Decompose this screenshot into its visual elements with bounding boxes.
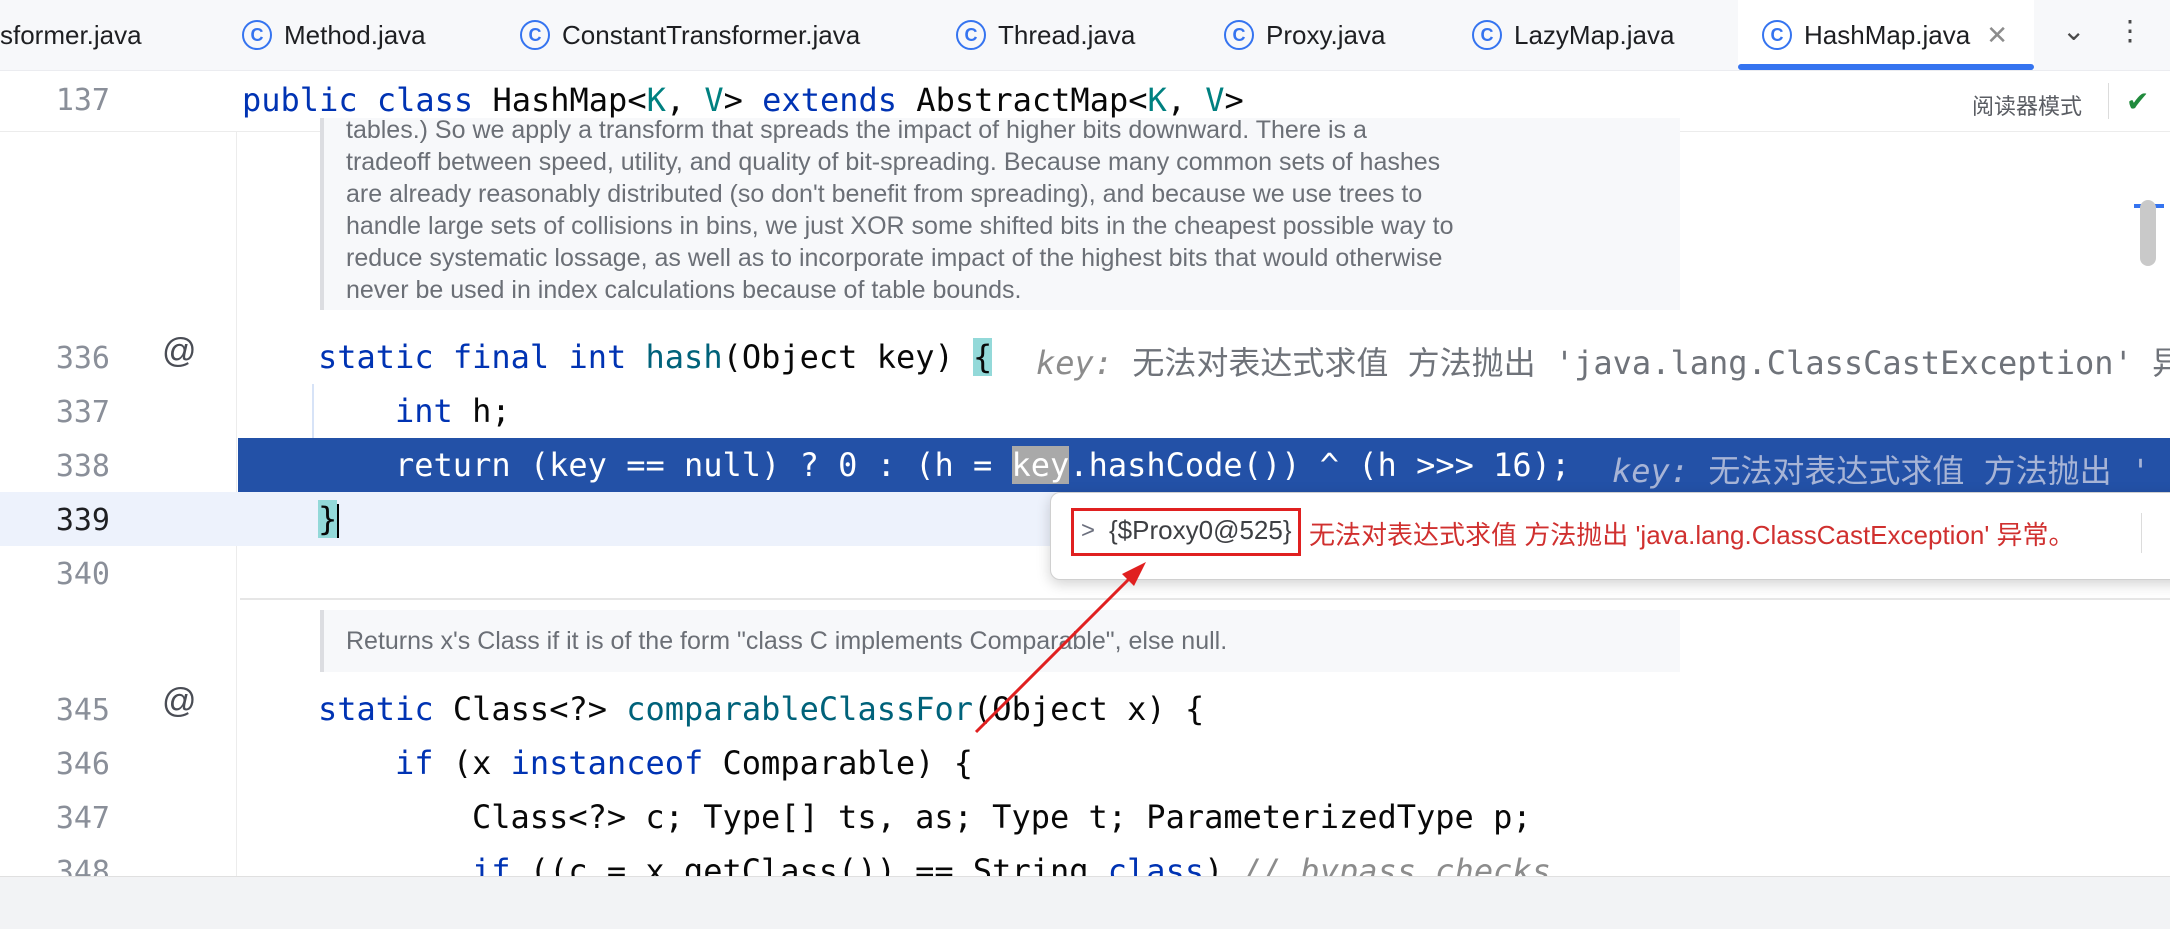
- hint-key: key:: [1036, 344, 1114, 382]
- text-cursor: [337, 504, 340, 538]
- code-line-346[interactable]: if (x instanceof Comparable) {: [395, 744, 973, 782]
- code-line-337[interactable]: int h;: [395, 392, 511, 430]
- tab-label: Proxy.java: [1266, 19, 1386, 50]
- doc-line: are already reasonably distributed (so d…: [346, 180, 1423, 208]
- tab-transformer[interactable]: sformer.java: [0, 0, 142, 70]
- tab-label: Thread.java: [998, 19, 1136, 50]
- hint-text: 无法对表达式求值 方法抛出 'java.lang.ClassCastExcept…: [1113, 344, 2170, 382]
- line-number: 340: [55, 557, 110, 592]
- tab-label: LazyMap.java: [1514, 19, 1675, 50]
- tab-constanttransformer[interactable]: C ConstantTransformer.java: [520, 0, 860, 70]
- tab-hashmap[interactable]: C HashMap.java ✕: [1738, 0, 2034, 70]
- horizontal-scrollbar-area[interactable]: [0, 876, 2170, 929]
- more-menu-icon[interactable]: ⋮: [2116, 14, 2144, 47]
- doc-comment: tables.) So we apply a transform that sp…: [320, 116, 1680, 310]
- code-line-347[interactable]: Class<?> c; Type[] ts, as; Type t; Param…: [472, 798, 1532, 836]
- doc-line: handle large sets of collisions in bins,…: [346, 212, 1454, 240]
- line-number: 338: [55, 449, 110, 484]
- tab-thread[interactable]: C Thread.java: [956, 0, 1135, 70]
- tab-proxy[interactable]: C Proxy.java: [1224, 0, 1385, 70]
- inline-debug-hint: key: 无法对表达式求值 方法抛出 ': [1612, 446, 2150, 492]
- annotation-highlight-box: [1071, 508, 1301, 556]
- hint-key: key:: [1612, 452, 1690, 490]
- tab-method[interactable]: C Method.java: [242, 0, 426, 70]
- code-text: (x: [433, 744, 511, 782]
- close-icon[interactable]: ✕: [1986, 20, 2008, 51]
- override-gutter-icon[interactable]: @: [162, 332, 197, 371]
- keyword: int: [395, 392, 453, 430]
- class-icon: C: [1472, 20, 1502, 50]
- code-line-336[interactable]: static final int hash(Object key) {: [318, 338, 993, 376]
- code-text: return (key == null) ? 0 : (h =: [395, 446, 1012, 484]
- doc-line: reduce systematic lossage, as well as to…: [346, 244, 1443, 272]
- line-number: 346: [55, 747, 110, 782]
- doc-line: tradeoff between speed, utility, and qua…: [346, 148, 1441, 176]
- tab-label: sformer.java: [0, 19, 142, 50]
- inline-debug-hint: key: 无法对表达式求值 方法抛出 'java.lang.ClassCastE…: [1036, 338, 2170, 384]
- line-number: 339: [55, 503, 110, 538]
- params: (Object key): [722, 338, 974, 376]
- doc-line: never be used in index calculations beca…: [346, 276, 1022, 304]
- return-type: Class<?>: [433, 690, 627, 728]
- doc-line: tables.) So we apply a transform that sp…: [346, 116, 1367, 144]
- code-text: h;: [452, 392, 511, 430]
- code-line-339[interactable]: }: [318, 500, 340, 538]
- line-number: 345: [55, 693, 110, 728]
- class-icon: C: [520, 20, 550, 50]
- selected-variable[interactable]: key: [1011, 446, 1070, 484]
- code-text: .hashCode()) ^ (h >>> 16);: [1069, 446, 1571, 484]
- reader-mode-button[interactable]: 阅读器模式: [1972, 89, 2082, 121]
- annotation-arrow: [974, 562, 1146, 734]
- divider: [2141, 513, 2142, 553]
- vertical-scrollbar[interactable]: [2140, 200, 2156, 266]
- method-separator: [240, 598, 2170, 600]
- popup-error-message: 无法对表达式求值 方法抛出 'java.lang.ClassCastExcept…: [1309, 520, 2075, 550]
- code-text: Comparable) {: [703, 744, 973, 782]
- keyword: static final int: [318, 338, 627, 376]
- class-icon: C: [956, 20, 986, 50]
- line-number: 137: [55, 83, 110, 118]
- debug-value-popup: > {$Proxy0@525} 无法对表达式求值 方法抛出 'java.lang…: [1050, 492, 2170, 580]
- tab-label: Method.java: [284, 19, 426, 50]
- line-number: 336: [55, 341, 110, 376]
- keyword: if: [395, 744, 434, 782]
- matched-brace: {: [973, 338, 993, 376]
- matched-brace: }: [318, 500, 338, 538]
- keyword: instanceof: [510, 744, 704, 782]
- tab-lazymap[interactable]: C LazyMap.java: [1472, 0, 1674, 70]
- override-gutter-icon[interactable]: @: [162, 682, 197, 721]
- class-icon: C: [242, 20, 272, 50]
- check-icon[interactable]: ✔: [2126, 85, 2149, 118]
- class-icon: C: [1762, 20, 1792, 50]
- method-name: hash: [645, 338, 723, 376]
- code-line-338[interactable]: return (key == null) ? 0 : (h = key.hash…: [395, 446, 1570, 484]
- class-icon: C: [1224, 20, 1254, 50]
- line-number: 347: [55, 801, 110, 836]
- hint-text: 无法对表达式求值 方法抛出 ': [1689, 452, 2151, 490]
- active-tab-indicator: [1738, 64, 2034, 70]
- method-name: comparableClassFor: [626, 690, 974, 728]
- divider: [2108, 83, 2109, 119]
- tab-label: HashMap.java: [1804, 19, 1971, 50]
- keyword: static: [318, 690, 434, 728]
- chevron-down-icon[interactable]: ⌄: [2062, 14, 2085, 47]
- line-number: 337: [55, 395, 110, 430]
- arrow-shaft: [974, 566, 1142, 734]
- tab-label: ConstantTransformer.java: [562, 19, 861, 50]
- editor-tab-bar: sformer.java C Method.java C ConstantTra…: [0, 0, 2170, 71]
